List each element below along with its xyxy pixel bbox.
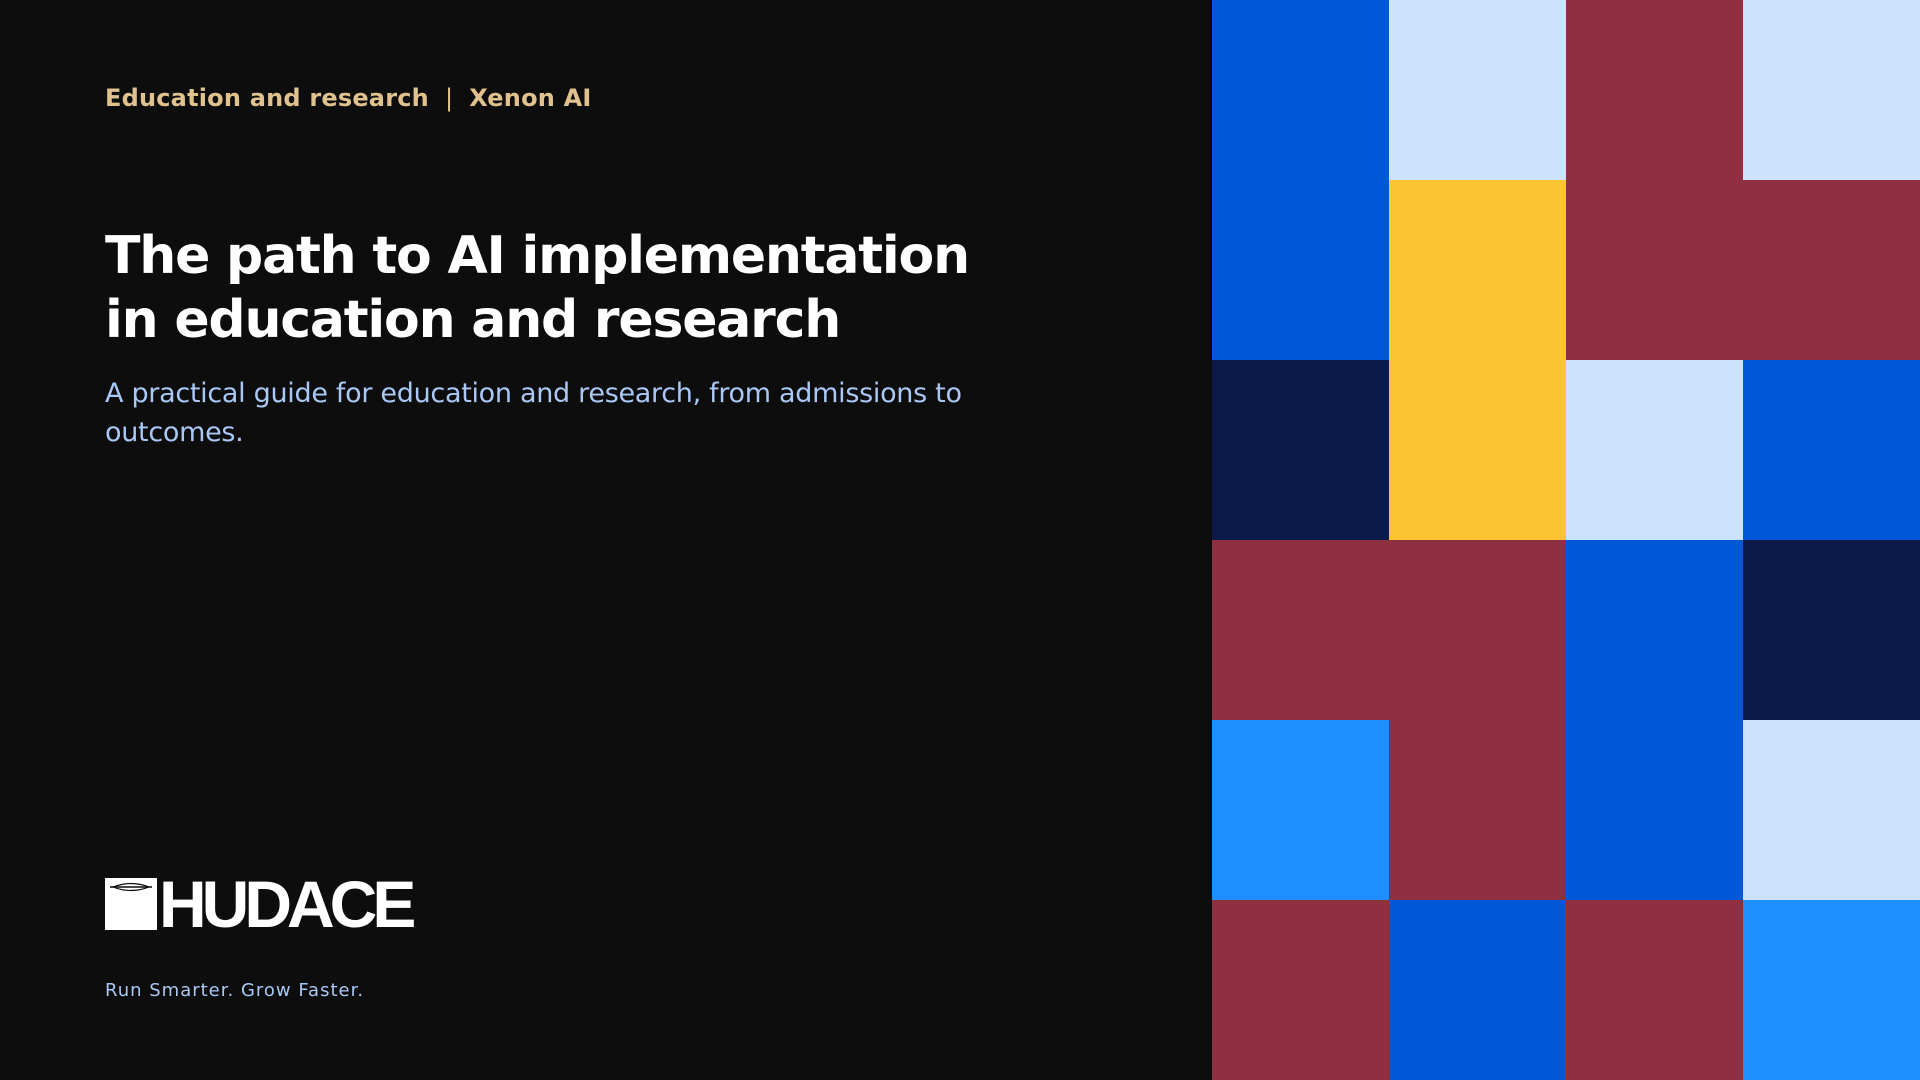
mosaic-tile (1566, 0, 1743, 180)
brand-tagline: Run Smarter. Grow Faster. (105, 980, 365, 1001)
mosaic-tile (1212, 360, 1389, 540)
logo-wordmark: HUDACE (159, 867, 416, 941)
page-title: The path to AI implementation in educati… (105, 226, 970, 350)
eyebrow-partner: Xenon AI (469, 84, 592, 112)
mosaic-tile (1212, 540, 1389, 720)
mosaic-tile (1212, 0, 1389, 180)
eyebrow-separator: | (444, 84, 454, 112)
mosaic-tile (1389, 180, 1566, 360)
mosaic-tile (1743, 360, 1920, 540)
mosaic-tile (1566, 900, 1743, 1080)
mosaic-tile (1743, 900, 1920, 1080)
cover-page: Education and research | Xenon AI The path… (0, 0, 1920, 1080)
mosaic-tile (1212, 720, 1389, 900)
color-block-mosaic (1212, 0, 1920, 1080)
page-subtitle: A practical guide for education and rese… (105, 378, 962, 448)
mosaic-tile (1566, 720, 1743, 900)
logo-mark-icon (105, 878, 157, 930)
mosaic-tile (1389, 900, 1566, 1080)
mosaic-tile (1212, 180, 1389, 360)
brand-logo: HUDACE (105, 867, 416, 941)
mosaic-tile (1566, 180, 1743, 360)
mosaic-tile (1389, 720, 1566, 900)
mosaic-tile (1389, 540, 1566, 720)
mosaic-tile (1566, 540, 1743, 720)
eyebrow: Education and research | Xenon AI (105, 84, 592, 112)
mosaic-tile (1743, 180, 1920, 360)
mosaic-tile (1389, 0, 1566, 180)
mosaic-tile (1743, 0, 1920, 180)
eyebrow-category: Education and research (105, 84, 429, 112)
mosaic-tile (1743, 720, 1920, 900)
mosaic-tile (1743, 540, 1920, 720)
mosaic-tile (1389, 360, 1566, 540)
mosaic-tile (1566, 360, 1743, 540)
text-panel: Education and research | Xenon AI The path… (0, 0, 1212, 1080)
mosaic-tile (1212, 900, 1389, 1080)
